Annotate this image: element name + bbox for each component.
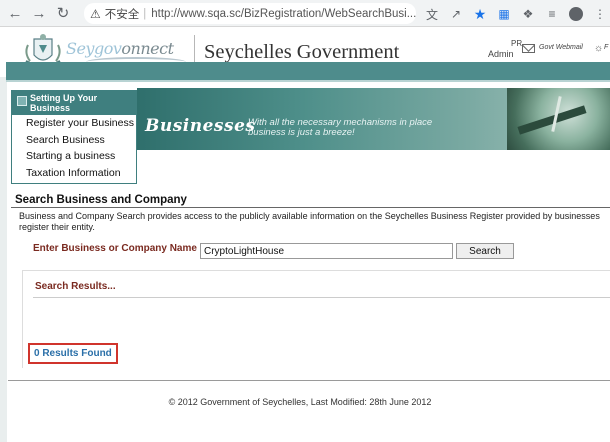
address-url: http://www.sqa.sc/BizRegistration/WebSea…: [151, 7, 416, 20]
sidebar-menu: Setting Up Your Business Register your B…: [11, 90, 137, 184]
page-left-edge: [0, 27, 7, 442]
search-input[interactable]: [200, 243, 453, 259]
sidebar-item-register-business[interactable]: Register your Business: [12, 115, 136, 132]
translate-icon[interactable]: 文: [420, 4, 444, 24]
footer-text: © 2012 Government of Seychelles, Last Mo…: [168, 397, 432, 407]
bookmark-star-icon[interactable]: ★: [468, 4, 492, 24]
businesses-banner: Businesses With all the necessary mechan…: [137, 88, 610, 150]
lightbulb-icon[interactable]: ☼: [594, 43, 603, 54]
search-label: Enter Business or Company Name: [33, 243, 197, 254]
admin-link[interactable]: Admin: [488, 49, 514, 59]
logo-text-suffix: onnect: [121, 39, 174, 58]
address-bar[interactable]: ⚠ 不安全 | http://www.sqa.sc/BizRegistratio…: [84, 3, 416, 24]
sidebar-item-taxation[interactable]: Taxation Information: [12, 165, 136, 182]
puzzle-icon[interactable]: ❖: [516, 4, 540, 24]
extension-icon[interactable]: ▦: [492, 4, 516, 24]
banner-tagline-line2: business is just a breeze!: [248, 127, 355, 138]
section-divider: [11, 207, 610, 208]
browser-actions: 文 ↗ ★ ▦ ❖ ≡ ⋮: [420, 4, 610, 24]
sidebar-item-search-business[interactable]: Search Business: [12, 132, 136, 149]
banner-title: Businesses: [145, 116, 256, 136]
reading-list-icon[interactable]: ≡: [540, 4, 564, 24]
address-separator: |: [143, 7, 147, 20]
search-description-line2: register their entity.: [19, 221, 95, 232]
results-divider: [33, 297, 610, 298]
results-count: 0 Results Found: [28, 343, 118, 364]
browser-toolbar: ← → ↻ ⚠ 不安全 | http://www.sqa.sc/BizRegis…: [0, 0, 610, 27]
search-description: Business and Company Search provides acc…: [19, 211, 610, 232]
warning-icon: ⚠: [90, 6, 101, 21]
forward-icon[interactable]: →: [28, 2, 50, 24]
results-panel: Search Results... 0 Results Found: [22, 270, 610, 368]
sidebar-item-starting-business[interactable]: Starting a business: [12, 148, 136, 165]
nav-bar: [6, 62, 610, 82]
site-title: Seychelles Government: [204, 41, 400, 63]
banner-photo: [507, 88, 610, 150]
page-title: Search Business and Company: [15, 194, 187, 206]
sidebar-heading: Setting Up Your Business: [12, 91, 136, 115]
profile-avatar-icon[interactable]: [564, 4, 588, 24]
menu-kebab-icon[interactable]: ⋮: [588, 4, 610, 24]
seygov-logo[interactable]: Seygovonnect: [66, 39, 174, 58]
results-heading: Search Results...: [35, 281, 116, 292]
back-icon[interactable]: ←: [4, 2, 26, 24]
share-icon[interactable]: ↗: [444, 4, 468, 24]
footer-divider: [8, 380, 610, 381]
webmail-link[interactable]: Govt Webmail: [539, 44, 583, 51]
banner-tagline: With all the necessary mechanisms in pla…: [248, 118, 432, 138]
extra-link[interactable]: F: [604, 44, 608, 51]
reload-icon[interactable]: ↻: [52, 2, 74, 24]
logo-text-prefix: Seygov: [66, 39, 122, 58]
mail-icon[interactable]: [522, 44, 535, 53]
search-description-line1: Business and Company Search provides acc…: [19, 211, 600, 221]
security-label: 不安全: [104, 8, 140, 21]
pr-link[interactable]: PR: [511, 39, 522, 48]
search-button[interactable]: Search: [456, 243, 514, 259]
